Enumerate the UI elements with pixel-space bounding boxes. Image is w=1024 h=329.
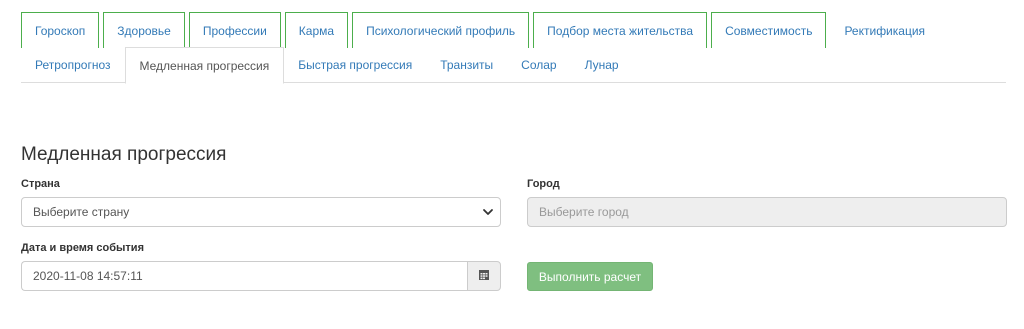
- subtab-slow-progression[interactable]: Медленная прогрессия: [124, 47, 285, 84]
- country-label: Страна: [21, 178, 60, 190]
- tab-rectification[interactable]: Ректификация: [830, 12, 940, 48]
- calendar-button[interactable]: [467, 261, 501, 291]
- tab-residence-selection[interactable]: Подбор места жительства: [533, 12, 708, 48]
- subtab-fast-progression[interactable]: Быстрая прогрессия: [284, 47, 426, 83]
- chevron-down-icon: [482, 206, 494, 221]
- tab-psychological-profile[interactable]: Психологический профиль: [352, 12, 530, 48]
- country-select-value: Выберите страну: [33, 205, 130, 219]
- city-field[interactable]: Выберите город: [527, 197, 1007, 227]
- calculate-button[interactable]: Выполнить расчет: [527, 262, 653, 291]
- calendar-icon: [478, 269, 490, 284]
- page: Гороскоп Здоровье Профессии Карма Психол…: [0, 0, 1024, 329]
- tab-professions[interactable]: Профессии: [188, 12, 281, 48]
- city-label: Город: [527, 178, 560, 190]
- datetime-field[interactable]: 2020-11-08 14:57:11: [21, 261, 467, 291]
- subtab-retro-forecast[interactable]: Ретропрогноз: [21, 47, 125, 83]
- tab-karma[interactable]: Карма: [284, 12, 349, 48]
- country-select[interactable]: Выберите страну: [21, 197, 501, 227]
- datetime-label: Дата и время события: [21, 242, 144, 254]
- tab-horoscope[interactable]: Гороскоп: [21, 12, 100, 48]
- tab-health[interactable]: Здоровье: [103, 12, 185, 48]
- tab-compatibility[interactable]: Совместимость: [711, 12, 827, 48]
- datetime-input-group: 2020-11-08 14:57:11: [21, 261, 501, 291]
- main-nav: Гороскоп Здоровье Профессии Карма Психол…: [21, 12, 943, 48]
- subtab-transits[interactable]: Транзиты: [426, 47, 507, 83]
- subtab-solar[interactable]: Солар: [507, 47, 570, 83]
- sub-nav: Ретропрогноз Медленная прогрессия Быстра…: [21, 47, 1006, 84]
- page-title: Медленная прогрессия: [21, 144, 227, 165]
- subtab-lunar[interactable]: Лунар: [571, 47, 633, 83]
